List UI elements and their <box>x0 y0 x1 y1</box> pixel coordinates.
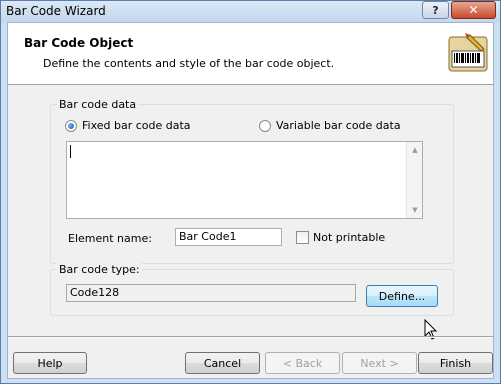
barcode-data-group-label: Bar code data <box>57 98 139 111</box>
wizard-header: Bar Code Object Define the contents and … <box>8 23 493 85</box>
finish-button-label: Finish <box>439 356 472 370</box>
page-title: Bar Code Object <box>24 36 134 50</box>
dialog-client: Bar Code Object Define the contents and … <box>7 22 494 379</box>
text-caret <box>70 145 71 158</box>
barcode-data-textarea[interactable]: ▲ ▼ <box>66 141 423 219</box>
help-titlebar-button[interactable]: ? <box>422 1 449 19</box>
scroll-down-icon[interactable]: ▼ <box>407 203 423 217</box>
window-title: Bar Code Wizard <box>6 4 106 18</box>
cancel-button[interactable]: Cancel <box>185 352 260 374</box>
barcode-wizard-icon <box>448 33 488 72</box>
next-button[interactable]: Next > <box>342 352 417 374</box>
back-button[interactable]: < Back <box>265 352 340 374</box>
define-button-label: Define... <box>378 289 426 303</box>
close-button[interactable]: ✕ <box>451 1 496 19</box>
page-subtitle: Define the contents and style of the bar… <box>43 57 335 70</box>
define-button[interactable]: Define... <box>366 285 438 307</box>
help-button-label: Help <box>37 356 63 370</box>
title-bar[interactable]: Bar Code Wizard ? ✕ <box>1 1 500 22</box>
back-button-label: < Back <box>282 356 323 370</box>
not-printable-label: Not printable <box>313 231 386 244</box>
question-icon: ? <box>432 3 439 17</box>
variable-radio[interactable] <box>259 119 271 132</box>
wizard-window: Bar Code Wizard ? ✕ Bar Code Object Defi… <box>0 0 501 384</box>
fixed-radio[interactable] <box>65 119 77 132</box>
next-button-label: Next > <box>360 356 399 370</box>
fixed-radio-option[interactable]: Fixed bar code data <box>65 119 191 132</box>
barcode-type-field: Code128 <box>66 284 356 302</box>
scroll-up-icon[interactable]: ▲ <box>407 143 423 157</box>
barcode-type-group-label: Bar code type: <box>57 263 142 276</box>
variable-radio-label: Variable bar code data <box>276 119 401 132</box>
element-name-label: Element name: <box>68 232 152 245</box>
cancel-button-label: Cancel <box>203 356 242 370</box>
not-printable-checkbox[interactable] <box>296 231 309 244</box>
finish-button[interactable]: Finish <box>418 352 493 374</box>
variable-radio-option[interactable]: Variable bar code data <box>259 119 401 132</box>
close-icon: ✕ <box>468 3 479 17</box>
textarea-scrollbar[interactable]: ▲ ▼ <box>406 142 422 218</box>
not-printable-option[interactable]: Not printable <box>296 231 385 244</box>
fixed-radio-label: Fixed bar code data <box>82 119 191 132</box>
element-name-field[interactable]: Bar Code1 <box>175 228 282 246</box>
help-button[interactable]: Help <box>13 352 87 374</box>
button-separator <box>8 336 493 338</box>
